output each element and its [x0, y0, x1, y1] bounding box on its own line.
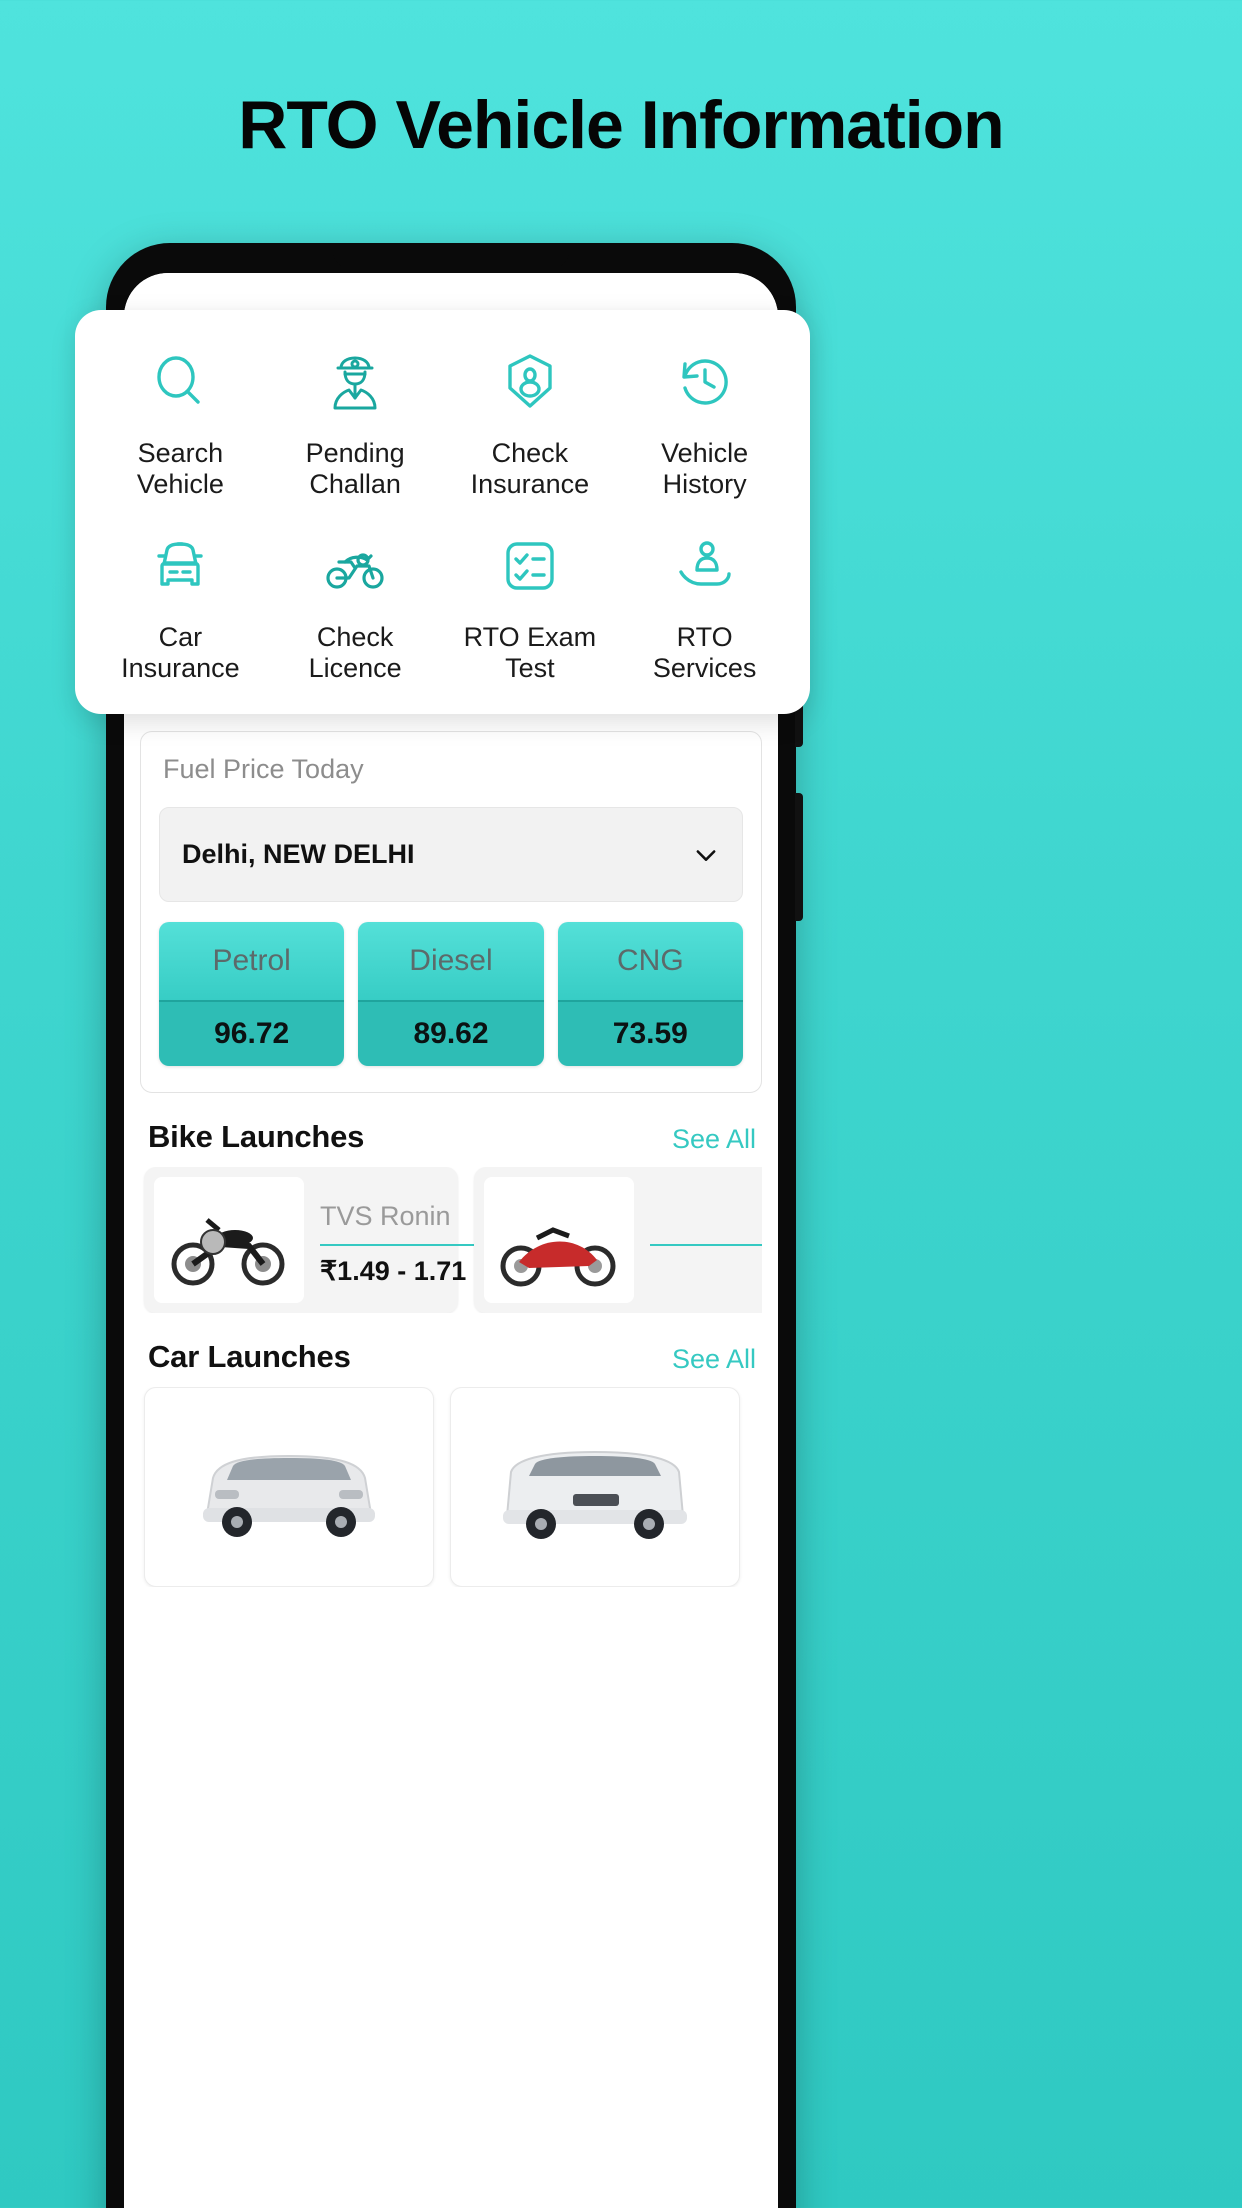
quick-action-check-licence[interactable]: Check Licence — [268, 528, 443, 684]
fuel-tile-petrol[interactable]: Petrol 96.72 — [159, 922, 345, 1066]
bike-info — [634, 1177, 762, 1303]
quick-action-search-vehicle[interactable]: Search Vehicle — [93, 344, 268, 500]
quick-actions-grid: Search Vehicle Pending Challan Check Ins… — [93, 344, 792, 684]
quick-action-label: Vehicle History — [661, 438, 749, 500]
search-icon — [148, 344, 212, 420]
fuel-tile-diesel-price: 89.62 — [358, 1000, 544, 1066]
clock-history-icon — [673, 344, 737, 420]
red-motorcycle-icon — [500, 1227, 616, 1287]
bike-launches-section: Bike Launches See All TVS Ronin ₹1.49 - … — [124, 1119, 778, 1313]
quick-action-vehicle-history[interactable]: Vehicle History — [617, 344, 792, 500]
fuel-tiles: Petrol 96.72 Diesel 89.62 CNG 73.59 — [159, 922, 743, 1066]
city-select-value: Delhi, NEW DELHI — [182, 839, 415, 869]
quick-action-label: RTO Exam Test — [463, 622, 597, 684]
quick-action-label: Check Licence — [308, 622, 402, 684]
hand-person-icon — [673, 528, 737, 604]
bike-launches-list[interactable]: TVS Ronin ₹1.49 - 1.71 Lakh — [140, 1167, 762, 1313]
bike-launches-title: Bike Launches — [148, 1119, 365, 1154]
bike-thumbnail — [484, 1177, 634, 1303]
car-launches-title: Car Launches — [148, 1339, 351, 1374]
shield-person-icon — [498, 344, 562, 420]
fuel-price-card: Fuel Price Today Delhi, NEW DELHI Petrol… — [140, 731, 762, 1093]
bike-card[interactable]: TVS Ronin ₹1.49 - 1.71 Lakh — [144, 1167, 537, 1313]
city-select[interactable]: Delhi, NEW DELHI — [159, 807, 743, 902]
quick-action-label: Check Insurance — [470, 438, 590, 500]
quick-action-rto-services[interactable]: RTO Services — [617, 528, 792, 684]
phone-side-button-power — [795, 793, 803, 921]
fuel-tile-cng[interactable]: CNG 73.59 — [557, 922, 743, 1066]
quick-action-label: RTO Services — [652, 622, 757, 684]
checklist-icon — [498, 528, 562, 604]
fuel-tile-diesel-name: Diesel — [358, 922, 544, 1000]
quick-action-label: Search Vehicle — [136, 438, 224, 500]
white-mpv-icon — [503, 1450, 687, 1539]
car-card[interactable] — [450, 1387, 740, 1587]
black-motorcycle-icon — [171, 1218, 285, 1286]
bike-launches-see-all[interactable]: See All — [672, 1124, 756, 1155]
bike-price — [650, 1244, 762, 1256]
quick-action-rto-exam-test[interactable]: RTO Exam Test — [443, 528, 618, 684]
fuel-price-card-label: Fuel Price Today — [163, 754, 364, 784]
car-card[interactable] — [144, 1387, 434, 1587]
police-officer-icon — [323, 344, 387, 420]
white-suv-icon — [203, 1454, 375, 1537]
bike-card[interactable] — [474, 1167, 762, 1313]
quick-action-pending-challan[interactable]: Pending Challan — [268, 344, 443, 500]
fuel-price-section: Fuel Price Fuel Price Today Delhi, NEW D… — [124, 673, 778, 1093]
chevron-down-icon — [692, 841, 720, 869]
bike-launches-header: Bike Launches See All — [140, 1119, 762, 1155]
car-icon — [148, 528, 212, 604]
page-title: RTO Vehicle Information — [238, 87, 1004, 163]
fuel-tile-diesel[interactable]: Diesel 89.62 — [358, 922, 544, 1066]
car-launches-header: Car Launches See All — [140, 1339, 762, 1375]
quick-action-label: Pending Challan — [305, 438, 405, 500]
motorbike-icon — [323, 528, 387, 604]
bike-thumbnail — [154, 1177, 304, 1303]
fuel-tile-petrol-name: Petrol — [159, 922, 345, 1000]
quick-action-check-insurance[interactable]: Check Insurance — [443, 344, 618, 500]
quick-action-label: Car Insurance — [121, 622, 240, 684]
fuel-tile-cng-price: 73.59 — [557, 1000, 743, 1066]
car-launches-section: Car Launches See All — [124, 1339, 778, 1587]
quick-action-car-insurance[interactable]: Car Insurance — [93, 528, 268, 684]
car-launches-list[interactable] — [140, 1387, 762, 1587]
quick-actions-card: Search Vehicle Pending Challan Check Ins… — [75, 310, 810, 715]
fuel-tile-petrol-price: 96.72 — [159, 1000, 345, 1066]
phone-notch — [333, 243, 569, 269]
fuel-tile-cng-name: CNG — [557, 922, 743, 1000]
car-launches-see-all[interactable]: See All — [672, 1344, 756, 1375]
